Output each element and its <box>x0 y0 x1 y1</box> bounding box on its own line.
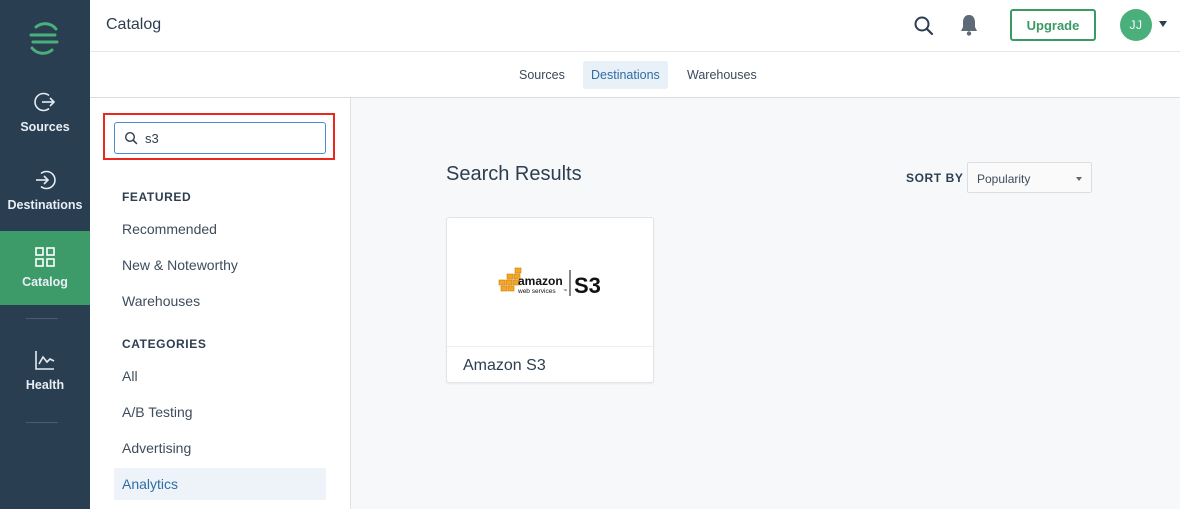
tab-sources[interactable]: Sources <box>511 61 573 89</box>
featured-heading: FEATURED <box>122 190 192 204</box>
tab-warehouses[interactable]: Warehouses <box>679 61 765 89</box>
left-navigation: Sources Destinations Catalog Health <box>0 0 90 509</box>
nav-item-catalog[interactable]: Catalog <box>0 231 90 305</box>
page-title: Catalog <box>106 16 162 33</box>
arrow-in-circle-icon <box>36 170 56 190</box>
aws-logo-webservices-text: web services <box>517 288 556 295</box>
card-logo-area: amazon web services ™ S3 <box>447 218 653 347</box>
sidebar-item-advertising[interactable]: Advertising <box>114 432 326 464</box>
sort-select[interactable]: Popularity <box>967 162 1092 193</box>
sidebar-item-warehouses[interactable]: Warehouses <box>114 285 326 317</box>
amazon-s3-logo-icon: amazon web services ™ S3 <box>498 267 601 298</box>
search-icon[interactable] <box>913 15 935 37</box>
aws-logo-trademark-text: ™ <box>563 288 567 293</box>
catalog-search-field[interactable] <box>114 122 326 154</box>
destination-card-amazon-s3[interactable]: amazon web services ™ S3 Amazon S3 <box>446 217 654 383</box>
upgrade-button[interactable]: Upgrade <box>1010 9 1096 41</box>
nav-item-label: Health <box>25 378 65 392</box>
nav-item-sources[interactable]: Sources <box>0 76 90 150</box>
nav-divider <box>26 318 58 319</box>
sort-by-label: SORT BY <box>906 171 964 185</box>
chart-line-icon <box>35 351 55 370</box>
nav-item-label: Sources <box>20 120 70 134</box>
sort-selected-value: Popularity <box>977 172 1031 186</box>
avatar[interactable]: JJ <box>1120 9 1152 41</box>
nav-divider <box>26 422 58 423</box>
sidebar-item-recommended[interactable]: Recommended <box>114 213 326 245</box>
nav-item-label: Destinations <box>7 198 83 212</box>
results-heading: Search Results <box>446 163 582 185</box>
bell-icon[interactable] <box>958 13 980 37</box>
search-input[interactable] <box>145 127 315 149</box>
nav-item-label: Catalog <box>22 275 68 289</box>
tab-destinations[interactable]: Destinations <box>583 61 668 89</box>
chevron-down-icon[interactable] <box>1159 21 1167 27</box>
sidebar-item-new-noteworthy[interactable]: New & Noteworthy <box>114 249 326 281</box>
card-title: Amazon S3 <box>463 357 546 374</box>
catalog-tabs: Sources Destinations Warehouses <box>90 52 1180 98</box>
aws-logo-amazon-text: amazon <box>518 274 563 288</box>
top-header: Catalog Upgrade JJ <box>90 0 1180 52</box>
caret-down-icon <box>1076 177 1082 181</box>
grid-icon <box>35 247 55 267</box>
sidebar-item-analytics[interactable]: Analytics <box>114 468 326 500</box>
sidebar-item-ab-testing[interactable]: A/B Testing <box>114 396 326 428</box>
nav-item-health[interactable]: Health <box>0 334 90 408</box>
nav-item-destinations[interactable]: Destinations <box>0 154 90 228</box>
segment-logo-icon[interactable] <box>27 20 61 56</box>
catalog-sidebar: FEATURED Recommended New & Noteworthy Wa… <box>90 98 351 509</box>
arrow-out-circle-icon <box>34 92 56 112</box>
search-icon <box>124 131 138 145</box>
sidebar-item-all[interactable]: All <box>114 360 326 392</box>
aws-logo-s3-text: S3 <box>574 273 601 298</box>
categories-heading: CATEGORIES <box>122 337 207 351</box>
